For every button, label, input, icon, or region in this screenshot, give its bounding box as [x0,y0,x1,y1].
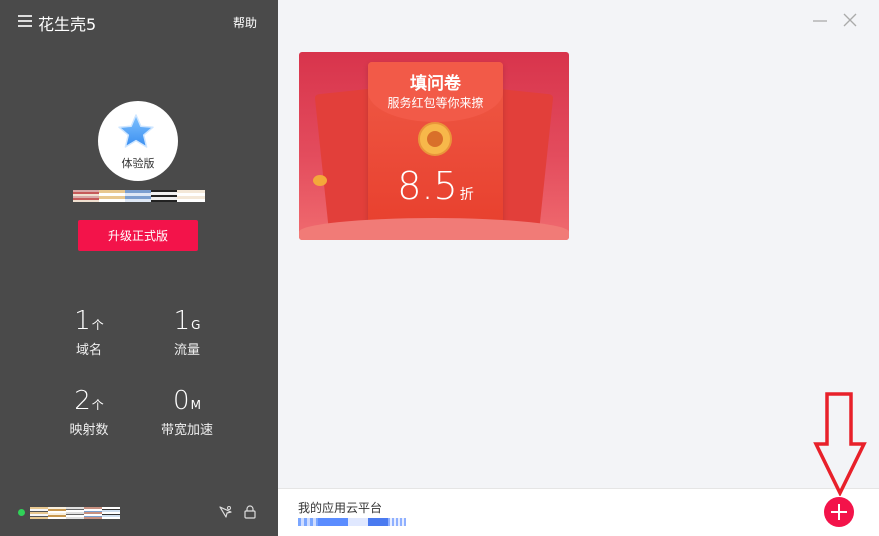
cloud-platform-label: 我的应用云平台 [298,501,383,515]
help-link[interactable]: 帮助 [233,14,257,31]
stat-unit: 个 [91,398,104,412]
coin-decoration [313,175,327,186]
banner-discount: 8.5 折 [368,164,503,208]
stat-label: 映射数 [69,423,109,438]
add-app-button[interactable] [824,497,854,527]
stat-unit: 个 [91,318,104,332]
app-title: 花生壳5 [38,15,97,34]
stat-label: 带宽加速 [160,423,213,438]
stat-value: 2 [74,386,91,416]
banner-subtitle: 服务红包等你来撩 [387,96,484,110]
cloud-platform-bar[interactable]: 我的应用云平台 [278,488,879,536]
stat-label: 域名 [75,343,102,358]
discount-value: 8.5 [397,164,458,208]
cloud-account-redacted [298,518,406,526]
edition-label: 体验版 [121,157,155,170]
avatar[interactable]: 体验版 [98,101,178,181]
discount-suffix: 折 [459,187,474,203]
close-icon[interactable] [842,12,858,28]
lock-icon[interactable] [243,505,257,519]
star-icon [118,114,154,148]
stat-value: 1 [173,306,191,336]
banner-title: 填问卷 [410,74,461,94]
stat-value: 1 [74,306,91,336]
stat-label: 流量 [173,343,200,358]
status-account-redacted [30,507,120,519]
stat-mappings: 2个 映射数 [49,386,129,438]
upgrade-button[interactable]: 升级正式版 [78,220,198,251]
minimize-icon[interactable] [812,12,828,28]
hamburger-icon[interactable] [18,15,32,27]
stat-domains: 1个 域名 [49,306,129,358]
stat-value: 0 [173,386,190,416]
arrow-annotation-icon [813,392,867,496]
sidebar: 花生壳5 帮助 体验版 升级正式版 1个 域名 1G 流量 2个 映射数 0M … [0,0,278,536]
remote-desktop-icon[interactable] [218,505,232,519]
stat-unit: G [191,318,201,332]
sidebar-header: 花生壳5 帮助 [0,0,278,44]
online-status-dot [18,509,25,516]
stat-bandwidth: 0M 带宽加速 [147,386,227,438]
stat-traffic: 1G 流量 [147,306,227,358]
account-name-redacted [73,190,205,202]
envelope-seal-icon [418,122,452,156]
survey-promo-banner[interactable]: 填问卷 服务红包等你来撩 8.5 折 [299,52,569,240]
stat-unit: M [190,398,201,412]
banner-base-decoration [299,218,569,240]
